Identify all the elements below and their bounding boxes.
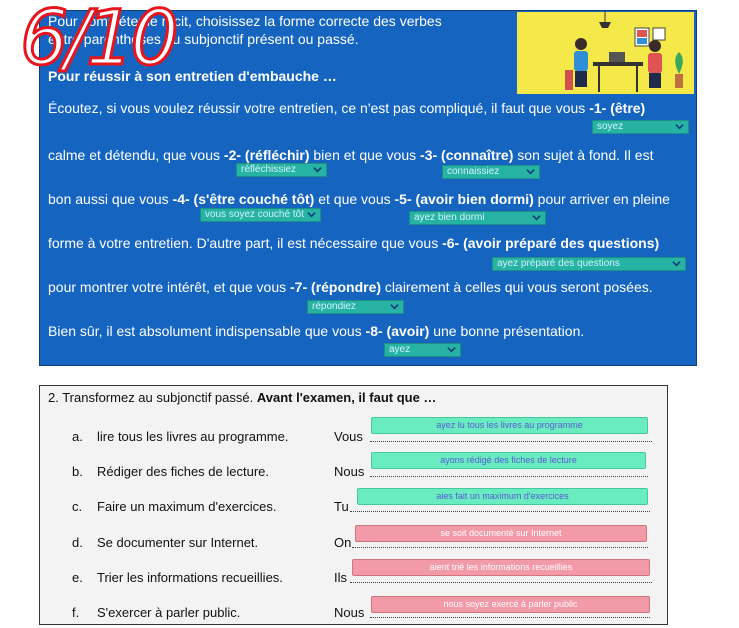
exercise2-title: 2. Transformez au subjonctif passé. Avan… bbox=[48, 390, 437, 405]
chevron-down-icon bbox=[675, 124, 684, 130]
answer-field-b[interactable]: ayons rédigé des fiches de lecture bbox=[371, 452, 646, 469]
exercise2-panel: 2. Transformez au subjonctif passé. Avan… bbox=[39, 385, 668, 625]
chevron-down-icon bbox=[532, 215, 541, 221]
answer-line bbox=[350, 582, 652, 583]
dropdown-7[interactable]: répondiez bbox=[307, 300, 404, 314]
answer-field-e[interactable]: aient trié les informations recueillies bbox=[352, 559, 650, 576]
exercise1-panel: Pour compléter le récit, choisissez la f… bbox=[39, 10, 697, 366]
chevron-down-icon bbox=[672, 261, 681, 267]
exercise1-intro-line2: entre parenthèses au subjonctif présent … bbox=[48, 31, 359, 47]
answer-line bbox=[370, 617, 650, 618]
exercise2-row-a: a. lire tous les livres au programme. Vo… bbox=[40, 417, 669, 452]
chevron-down-icon bbox=[307, 212, 316, 218]
exercise1-line3: bon aussi que vous -4- (s'être couché tô… bbox=[48, 191, 670, 207]
dropdown-4[interactable]: vous soyez couché tôt bbox=[200, 208, 321, 222]
answer-field-f[interactable]: nous soyez exercé à parler public bbox=[371, 596, 650, 613]
exercise1-line4: forme à votre entretien. D'autre part, i… bbox=[48, 235, 660, 251]
dropdown-5[interactable]: ayez bien dormi bbox=[409, 211, 546, 225]
dropdown-8[interactable]: ayez bbox=[384, 343, 461, 357]
chevron-down-icon bbox=[526, 169, 535, 175]
answer-line bbox=[352, 547, 648, 548]
chevron-down-icon bbox=[390, 304, 399, 310]
office-illustration bbox=[517, 12, 694, 94]
dropdown-2[interactable]: réfléchissiez bbox=[236, 163, 327, 177]
answer-field-a[interactable]: ayez lu tous les livres au programme bbox=[371, 417, 648, 434]
dropdown-6[interactable]: ayez préparé des questions bbox=[492, 257, 686, 271]
dropdown-3[interactable]: connaissiez bbox=[442, 165, 540, 179]
answer-line bbox=[350, 511, 650, 512]
exercise2-row-d: d. Se documenter sur Internet. On se soi… bbox=[40, 525, 669, 558]
exercise2-row-e: e. Trier les informations recueillies. I… bbox=[40, 559, 669, 593]
exercise1-line1: Écoutez, si vous voulez réussir votre en… bbox=[48, 100, 646, 116]
chevron-down-icon bbox=[447, 347, 456, 353]
exercise2-row-b: b. Rédiger des fiches de lecture. Nous a… bbox=[40, 452, 669, 487]
chevron-down-icon bbox=[313, 167, 322, 173]
answer-line bbox=[370, 476, 648, 477]
exercise1-heading: Pour réussir à son entretien d'embauche … bbox=[48, 68, 337, 84]
exercise1-line2: calme et détendu, que vous -2- (réfléchi… bbox=[48, 147, 654, 163]
answer-field-c[interactable]: aies fait un maximum d'exercices bbox=[357, 488, 648, 505]
exercise2-row-f: f. S'exercer à parler public. Nous nous … bbox=[40, 596, 669, 628]
exercise1-line6: Bien sûr, il est absolument indispensabl… bbox=[48, 323, 585, 339]
answer-line bbox=[370, 441, 652, 442]
exercise2-row-c: c. Faire un maximum d'exercices. Tu aies… bbox=[40, 488, 669, 522]
answer-field-d[interactable]: se soit documenté sur Internet bbox=[355, 525, 647, 542]
exercise1-line5: pour montrer votre intérêt, et que vous … bbox=[48, 279, 653, 295]
exercise1-intro-line1: Pour compléter le récit, choisissez la f… bbox=[48, 13, 442, 29]
dropdown-1[interactable]: soyez bbox=[592, 120, 689, 134]
